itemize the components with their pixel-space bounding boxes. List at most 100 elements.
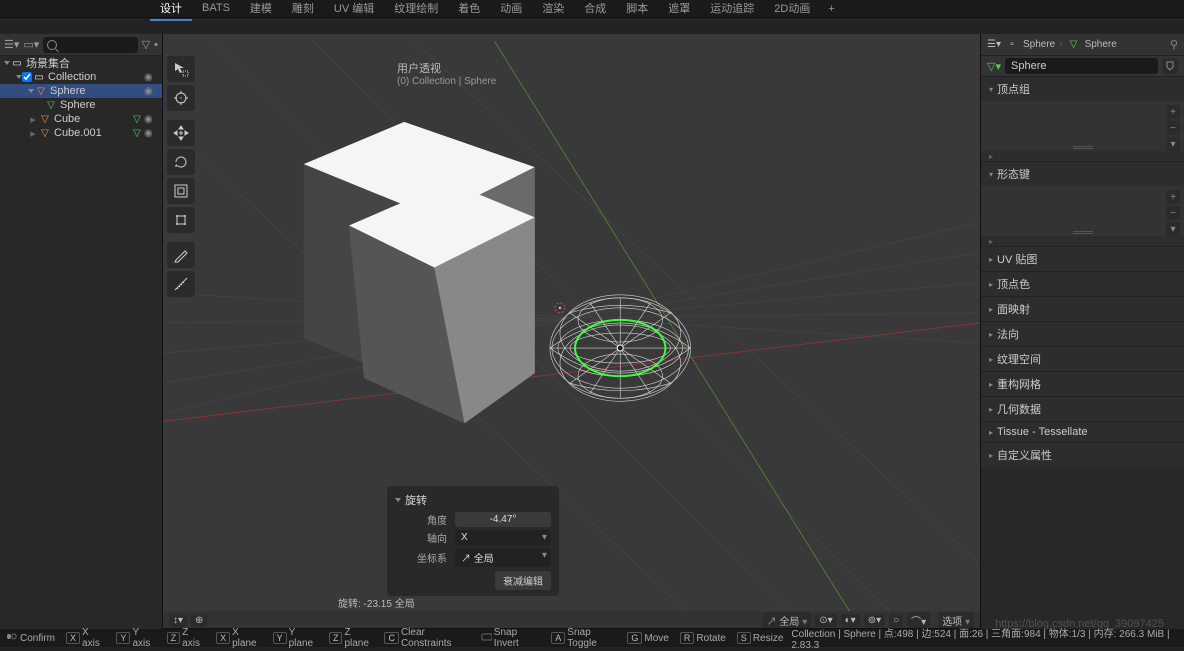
workspace-tab-uv[interactable]: UV 编辑 (324, 0, 384, 21)
collection-icon: ▭ (32, 71, 46, 83)
tree-toggle-icon[interactable]: ▸ (28, 127, 38, 140)
face-maps-section[interactable]: 面映射 (981, 296, 1184, 321)
modifier-icon: ▽ (130, 113, 144, 125)
add-item-button[interactable]: + (1166, 190, 1180, 204)
cube-object-2[interactable] (349, 182, 535, 423)
viewport-scene[interactable] (163, 34, 980, 646)
outliner-panel: ☰▾ ▭▾ ▽ • ▭ 场景集合 ▭ Collection ◉ ▽ Sphere (0, 34, 163, 646)
axis-select[interactable]: X (455, 530, 551, 545)
axis-label: 轴向 (395, 530, 455, 545)
texture-space-section[interactable]: 纹理空间 (981, 346, 1184, 371)
geometry-data-section[interactable]: 几何数据 (981, 396, 1184, 421)
filter-dot-icon[interactable]: • (154, 39, 158, 51)
workspace-tab-scripting[interactable]: 脚本 (616, 0, 658, 21)
normals-section[interactable]: 法向 (981, 321, 1184, 346)
tool-rotate[interactable] (167, 149, 195, 175)
add-workspace-button[interactable]: + (820, 3, 842, 15)
workspace-tab-shading[interactable]: 着色 (448, 0, 490, 21)
hint-snap-invert: Snap Invert (481, 627, 540, 649)
tool-move[interactable] (167, 120, 195, 146)
hint-z-plane: ZZ plane (329, 627, 374, 649)
remove-item-button[interactable]: − (1166, 206, 1180, 220)
tree-toggle-icon[interactable]: ▸ (28, 113, 38, 126)
remesh-section[interactable]: 重构网格 (981, 371, 1184, 396)
workspace-tab-tracking[interactable]: 运动追踪 (700, 0, 764, 21)
workspace-tab-bats[interactable]: BATS (192, 0, 240, 19)
list-resize-grip[interactable] (1073, 231, 1093, 234)
specials-menu-button[interactable]: ▾ (1166, 137, 1180, 151)
proportional-edit-button[interactable]: 衰减编辑 (495, 571, 551, 590)
shape-keys-expand[interactable] (981, 236, 1184, 246)
outliner-item-sphere-data[interactable]: ▽ Sphere (0, 98, 162, 112)
tool-cursor[interactable] (167, 85, 195, 111)
custom-props-section[interactable]: 自定义属性 (981, 442, 1184, 467)
add-item-button[interactable]: + (1166, 105, 1180, 119)
tool-select-box[interactable] (167, 56, 195, 82)
breadcrumb-data[interactable]: Sphere (1085, 39, 1117, 50)
outliner-mode-icon[interactable]: ☰▾ (4, 38, 19, 51)
panel-collapse-icon[interactable] (395, 498, 401, 502)
outliner-label: Collection (46, 71, 144, 83)
outliner-item-sphere[interactable]: ▽ Sphere ◉ (0, 84, 162, 98)
tool-annotate[interactable] (167, 242, 195, 268)
eye-icon[interactable]: ◉ (144, 86, 158, 97)
workspace-tab-layout[interactable]: 设计 (150, 0, 192, 21)
uv-maps-section[interactable]: UV 贴图 (981, 246, 1184, 271)
workspace-tab-sculpting[interactable]: 雕刻 (282, 0, 324, 21)
specials-menu-button[interactable]: ▾ (1166, 222, 1180, 236)
redo-panel[interactable]: 旋转 角度 -4.47° 轴向 X 坐标系 ↗ 全局 衰减编辑 (387, 486, 559, 596)
hint-x-plane: XX plane (216, 627, 262, 649)
breadcrumb-scene-icon[interactable]: ☰▾ (987, 39, 1001, 50)
workspace-tab-animation[interactable]: 动画 (490, 0, 532, 21)
workspace-tab-rendering[interactable]: 渲染 (532, 0, 574, 21)
list-resize-grip[interactable] (1073, 146, 1093, 149)
workspace-tab-mask[interactable]: 遮罩 (658, 0, 700, 21)
vertex-groups-expand[interactable] (981, 151, 1184, 161)
pivot-icon[interactable]: ↕▾ (169, 614, 187, 627)
workspace-tab-texture[interactable]: 纹理绘制 (384, 0, 448, 21)
eye-icon[interactable]: ◉ (144, 128, 158, 139)
angle-label: 角度 (395, 512, 455, 527)
breadcrumb-object[interactable]: Sphere (1023, 39, 1055, 50)
watermark-text: https://blog.csdn.net/qq_39097425 (995, 618, 1164, 630)
outliner-label: Cube (52, 113, 130, 125)
fake-user-icon[interactable] (1162, 58, 1178, 74)
x-axis (163, 323, 980, 421)
remove-item-button[interactable]: − (1166, 121, 1180, 135)
angle-value[interactable]: -4.47° (455, 512, 551, 527)
viewport-3d[interactable]: 用户透视 (0) Collection | Sphere (163, 34, 980, 646)
hint-clear-constraints: CClear Constraints (384, 627, 469, 649)
eye-icon[interactable]: ◉ (144, 72, 158, 83)
confirm-hint: Confirm (6, 633, 55, 644)
outliner-item-cube[interactable]: ▸ ▽ Cube ▽ ◉ (0, 112, 162, 126)
space-select[interactable]: ↗ 全局 (455, 548, 551, 567)
tool-transform[interactable] (167, 207, 195, 233)
tissue-section[interactable]: Tissue - Tessellate (981, 421, 1184, 442)
outliner-display-icon[interactable]: ▭▾ (23, 38, 39, 51)
datablock-name-input[interactable]: Sphere (1005, 58, 1158, 74)
orientation-icon[interactable]: ⊕ (191, 614, 207, 627)
space-label: 坐标系 (395, 550, 455, 565)
outliner-root[interactable]: ▭ 场景集合 (0, 56, 162, 70)
collection-checkbox[interactable] (22, 72, 32, 82)
vertex-groups-header[interactable]: 顶点组 (981, 77, 1184, 101)
eye-icon[interactable]: ◉ (144, 114, 158, 125)
outliner-item-cube001[interactable]: ▸ ▽ Cube.001 ▽ ◉ (0, 126, 162, 140)
mesh-icon: ▽ (38, 113, 52, 125)
hint-y-axis: YY axis (116, 627, 155, 649)
vertex-groups-list[interactable]: + − ▾ (981, 101, 1184, 151)
mesh-icon: ▽ (38, 127, 52, 139)
funnel-icon[interactable]: ▽ (142, 38, 150, 51)
pin-icon[interactable]: ⚲ (1170, 38, 1178, 51)
workspace-tab-2d[interactable]: 2D动画 (764, 0, 820, 21)
tool-scale[interactable] (167, 178, 195, 204)
workspace-tab-modeling[interactable]: 建模 (240, 0, 282, 21)
outliner-item-collection[interactable]: ▭ Collection ◉ (0, 70, 162, 84)
workspace-tab-compositing[interactable]: 合成 (574, 0, 616, 21)
shape-keys-header[interactable]: 形态键 (981, 162, 1184, 186)
tool-measure[interactable] (167, 271, 195, 297)
vertex-colors-section[interactable]: 顶点色 (981, 271, 1184, 296)
outliner-search[interactable] (43, 37, 137, 53)
modifier-icon: ▽ (130, 127, 144, 139)
shape-keys-list[interactable]: + − ▾ (981, 186, 1184, 236)
